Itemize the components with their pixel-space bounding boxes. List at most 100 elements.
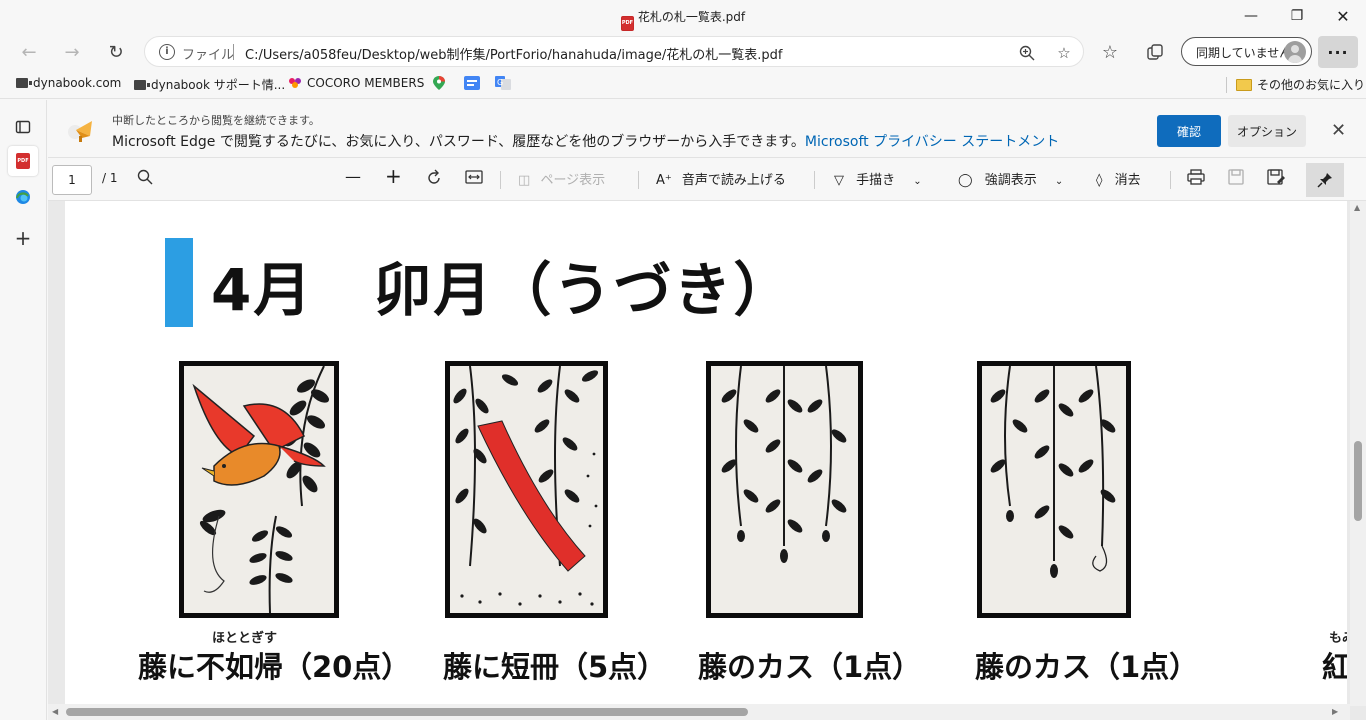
favorite-google-sites[interactable] [464, 76, 480, 90]
close-window-button[interactable]: ✕ [1320, 0, 1366, 32]
add-favorite-icon[interactable]: ☆ [1054, 43, 1074, 63]
favorite-other-folder[interactable]: その他のお気に入り [1236, 76, 1365, 93]
title-bar: PDF 花札の札一覧表.pdf — ❐ ✕ [0, 0, 1366, 34]
confirm-button[interactable]: 確認 [1157, 115, 1221, 147]
draw-icon: ▽ [834, 173, 844, 188]
back-button[interactable]: ← [14, 37, 44, 67]
toolbar-separator [638, 171, 639, 189]
card-2-caption: 藤に短冊（5点） [443, 650, 667, 684]
page-number-input[interactable]: 1 [52, 165, 92, 195]
highlight-icon: ◯ [958, 173, 973, 188]
favorite-cocoro-members[interactable]: COCORO MEMBERS [288, 76, 424, 90]
rotate-icon[interactable] [425, 169, 443, 191]
new-tab-button[interactable]: + [8, 223, 38, 253]
address-url[interactable]: C:/Users/a058feu/Desktop/web制作集/PortFori… [245, 44, 782, 63]
horizontal-scroll-thumb[interactable] [66, 708, 748, 716]
megaphone-icon [66, 116, 100, 148]
toolbar-separator [814, 171, 815, 189]
scroll-up-icon[interactable]: ▲ [1354, 203, 1360, 212]
scroll-left-icon[interactable]: ◀ [52, 707, 58, 716]
profile-button[interactable]: 同期していません [1181, 37, 1312, 66]
card-wisteria-ribbon [445, 361, 608, 618]
chevron-down-icon[interactable]: ⌄ [913, 176, 921, 187]
close-icon[interactable]: ✕ [1331, 120, 1346, 141]
favorites-bar: dynabook.com dynabook サポート情... COCORO ME… [0, 70, 1366, 99]
pdf-page: 4月 卯月（うづき） ほととぎす 藤に不如帰（20点） 藤に短冊（5点） 藤のカ… [65, 201, 1347, 706]
restore-button[interactable]: ❐ [1274, 0, 1320, 32]
minimize-button[interactable]: — [1228, 0, 1274, 32]
card-wisteria-cuckoo [179, 361, 339, 618]
draw-button[interactable]: ▽ 手描き ⌄ [834, 169, 922, 188]
tab-edge-new[interactable] [8, 182, 38, 212]
page-total: / 1 [102, 171, 118, 185]
favorites-separator [1226, 77, 1227, 93]
page-view-button[interactable]: ◫ ページ表示 [518, 169, 605, 188]
privacy-statement-link[interactable]: Microsoft プライバシー ステートメント [805, 134, 1059, 150]
horizontal-scrollbar[interactable]: ◀ ▶ [48, 704, 1350, 720]
tab-actions-icon[interactable] [8, 112, 38, 142]
print-icon[interactable] [1187, 169, 1205, 189]
page-heading: 4月 卯月（うづき） [211, 256, 794, 324]
highlight-button[interactable]: ◯ 強調表示 ⌄ [958, 169, 1063, 188]
toolbar-separator [500, 171, 501, 189]
fit-width-icon[interactable] [465, 169, 483, 189]
card-wisteria-plain-2 [977, 361, 1131, 618]
folder-icon [1236, 78, 1252, 91]
pin-toolbar-icon[interactable] [1306, 163, 1344, 197]
forward-button[interactable]: → [57, 37, 87, 67]
resume-reading-text: 中断したところから閲覧を継続できます。 [112, 114, 320, 127]
profile-label: 同期していません [1196, 46, 1292, 60]
chevron-down-icon[interactable]: ⌄ [1055, 176, 1063, 187]
maps-icon [433, 76, 447, 90]
read-aloud-icon: A⁺ [656, 173, 672, 188]
edge-icon [15, 190, 30, 204]
favorite-maps[interactable] [433, 76, 447, 90]
card-wisteria-plain-1 [706, 361, 863, 618]
window-title: PDF 花札の札一覧表.pdf [0, 8, 1366, 31]
dynabook-icon [16, 78, 32, 88]
refresh-button[interactable]: ↻ [101, 37, 131, 67]
heading-accent-bar [165, 238, 193, 327]
zoom-out-icon[interactable]: — [345, 167, 361, 186]
save-icon[interactable] [1228, 169, 1244, 189]
dynabook-icon [134, 79, 150, 90]
import-info-bar: 中断したところから閲覧を継続できます。 Microsoft Edge で閲覧する… [48, 100, 1366, 158]
save-as-icon[interactable] [1267, 169, 1285, 189]
card-5-caption: 紅 [1322, 650, 1347, 684]
cocoro-icon [288, 77, 302, 89]
toolbar-separator [1170, 171, 1171, 189]
google-translate-icon: G [495, 76, 511, 90]
eraser-icon: ◊ [1096, 173, 1103, 188]
search-icon[interactable] [137, 169, 153, 189]
pdf-toolbar: 1 / 1 — + ◫ ページ表示 A⁺ 音声で読み上げる ▽ 手描き ⌄ ◯ … [48, 159, 1366, 201]
favorite-dynabook[interactable]: dynabook.com [16, 76, 121, 90]
collections-icon[interactable] [1140, 37, 1170, 67]
google-sites-icon [464, 76, 480, 90]
tab-pdf-document[interactable]: PDF [8, 146, 38, 176]
import-message: Microsoft Edge で閲覧するたびに、お気に入り、パスワード、履歴など… [112, 134, 1060, 150]
info-icon[interactable]: i [159, 44, 175, 60]
vertical-scrollbar[interactable]: ▲ [1350, 201, 1366, 706]
navigation-bar: ← → ↻ i ファイル C:/Users/a058feu/Desktop/we… [0, 34, 1366, 70]
avatar [1284, 41, 1306, 63]
zoom-icon[interactable] [1017, 43, 1037, 63]
options-button[interactable]: オプション [1228, 115, 1306, 147]
pdf-viewer[interactable]: 4月 卯月（うづき） ほととぎす 藤に不如帰（20点） 藤に短冊（5点） 藤のカ… [48, 201, 1366, 720]
svg-text:G: G [497, 78, 503, 87]
favorite-google-translate[interactable]: G [495, 76, 511, 90]
address-bar[interactable]: i ファイル C:/Users/a058feu/Desktop/web制作集/P… [144, 36, 1084, 67]
pdf-file-icon: PDF [620, 16, 634, 31]
scroll-right-icon[interactable]: ▶ [1332, 707, 1338, 716]
pdf-file-icon: PDF [16, 153, 30, 169]
favorites-icon[interactable]: ☆ [1095, 37, 1125, 67]
card-3-caption: 藤のカス（1点） [698, 650, 922, 684]
card-4-caption: 藤のカス（1点） [975, 650, 1199, 684]
vertical-tab-sidebar: PDF + [0, 100, 47, 720]
vertical-scroll-thumb[interactable] [1354, 441, 1362, 521]
erase-button[interactable]: ◊ 消去 [1096, 169, 1141, 188]
page-view-icon: ◫ [518, 173, 531, 188]
settings-menu-button[interactable]: ··· [1318, 36, 1358, 68]
read-aloud-button[interactable]: A⁺ 音声で読み上げる [656, 169, 786, 188]
zoom-in-icon[interactable]: + [385, 164, 402, 188]
favorite-dynabook-support[interactable]: dynabook サポート情... [134, 76, 285, 93]
